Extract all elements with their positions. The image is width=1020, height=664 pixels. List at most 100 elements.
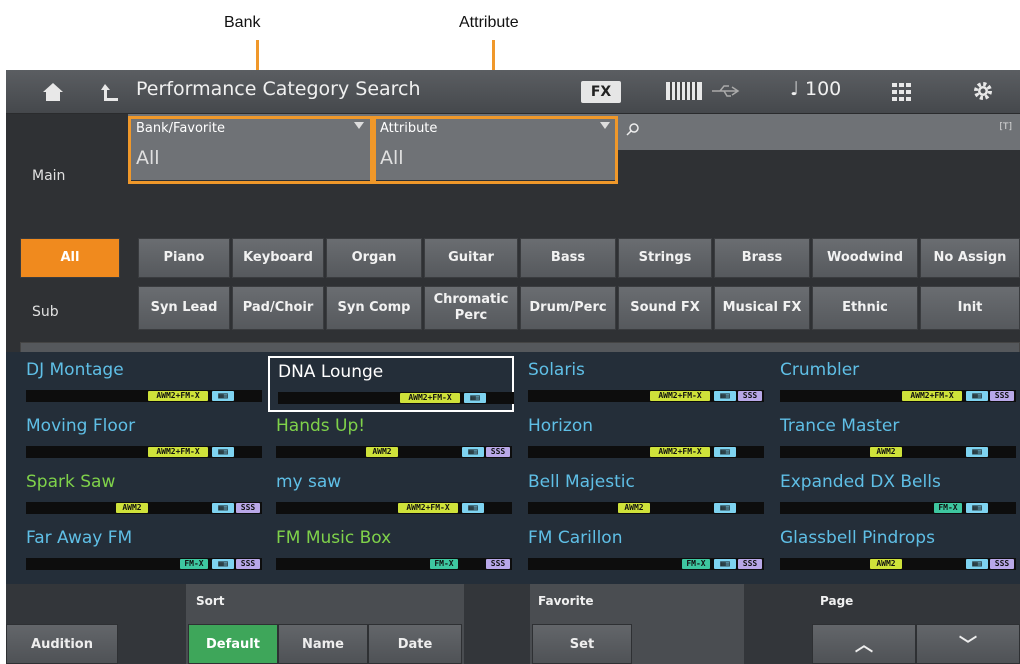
sub-category-drum-perc[interactable]: Drum/Perc — [520, 286, 616, 330]
tag-sss: SSS — [486, 447, 510, 457]
tag-awm2fmx: AWM2+FM-X — [650, 447, 710, 457]
performance-tags-bar: AWM2+FM-X ▦▤ — [26, 446, 262, 458]
main-category-guitar[interactable]: Guitar — [424, 238, 518, 278]
tag-cat: ▦▤ — [714, 559, 736, 569]
audition-button[interactable]: Audition — [6, 624, 118, 664]
main-category-strings[interactable]: Strings — [618, 238, 712, 278]
performance-name: Trance Master — [780, 416, 900, 436]
tag-awm2fmx: AWM2+FM-X — [398, 503, 458, 513]
sub-category-chromatic-perc[interactable]: Chromatic Perc — [424, 286, 518, 330]
performance-item[interactable]: Bell Majestic AWM2 ▦▤ — [520, 468, 766, 524]
performance-name: Spark Saw — [26, 472, 116, 492]
performance-item[interactable]: FM Music Box FM-X SSS — [268, 524, 514, 580]
top-bar: Performance Category Search FX ♩ 100 — [6, 70, 1020, 114]
performance-item[interactable]: Solaris AWM2+FM-X ▦▤ SSS — [520, 356, 766, 412]
performance-item[interactable]: FM Carillon FM-X ▦▤ SSS — [520, 524, 766, 580]
results-list: DJ Montage AWM2+FM-X ▦▤ DNA Lounge AWM2+FM-X… — [6, 352, 1020, 584]
sub-category-musical-fx[interactable]: Musical FX — [714, 286, 810, 330]
performance-item[interactable]: Hands Up! AWM2 ▦▤ SSS — [268, 412, 514, 468]
performance-item[interactable]: Glassbell Pindrops AWM2 ▦▤ SSS — [772, 524, 1018, 580]
main-category-brass[interactable]: Brass — [714, 238, 810, 278]
fx-button[interactable]: FX — [581, 81, 621, 103]
main-category-woodwind[interactable]: Woodwind — [812, 238, 918, 278]
performance-item[interactable]: Crumbler AWM2+FM-X ▦▤ SSS — [772, 356, 1018, 412]
sub-category-syn-comp[interactable]: Syn Comp — [326, 286, 422, 330]
tag-cat: ▦▤ — [714, 391, 736, 401]
tag-cat: ▦▤ — [212, 447, 234, 457]
performance-name: my saw — [276, 472, 342, 492]
performance-tags-bar: AWM2+FM-X ▦▤ — [26, 390, 262, 402]
home-icon[interactable] — [42, 82, 64, 102]
search-icon — [626, 123, 639, 136]
tag-awm2fmx: AWM2+FM-X — [148, 447, 208, 457]
main-category-organ[interactable]: Organ — [326, 238, 422, 278]
performance-tags-bar: AWM2+FM-X ▦▤ — [278, 392, 514, 404]
gear-icon[interactable] — [972, 80, 994, 102]
performance-name: Hands Up! — [276, 416, 366, 436]
sub-category-sound-fx[interactable]: Sound FX — [618, 286, 712, 330]
sort-label: Sort — [196, 594, 225, 608]
performance-tags-bar: FM-X ▦▤ SSS — [528, 558, 764, 570]
performance-tags-bar: AWM2+FM-X ▦▤ SSS — [780, 390, 1016, 402]
performance-item[interactable]: Horizon AWM2+FM-X ▦▤ — [520, 412, 766, 468]
tag-cat: ▦▤ — [966, 559, 988, 569]
favorite-set-button[interactable]: Set — [532, 624, 632, 664]
performance-item[interactable]: Moving Floor AWM2+FM-X ▦▤ — [18, 412, 264, 468]
usb-icon — [712, 85, 740, 97]
back-arrow-icon[interactable] — [100, 82, 120, 102]
sub-category-pad-choir[interactable]: Pad/Choir — [232, 286, 324, 330]
tag-sss: SSS — [738, 559, 762, 569]
tag-awm2fmx: AWM2+FM-X — [902, 391, 962, 401]
tag-awm2fmx: AWM2+FM-X — [148, 391, 208, 401]
tag-sss: SSS — [990, 391, 1014, 401]
bottom-bar: Audition Sort Default Name Date Favorite… — [6, 584, 1020, 664]
tag-cat: ▦▤ — [966, 391, 988, 401]
keyboard-icon[interactable] — [666, 82, 702, 100]
tag-sss: SSS — [486, 559, 510, 569]
performance-name: FM Music Box — [276, 528, 392, 548]
performance-item[interactable]: Trance Master AWM2 ▦▤ — [772, 412, 1018, 468]
page-down-button[interactable]: ﹀ — [916, 624, 1020, 664]
sub-category-syn-lead[interactable]: Syn Lead — [138, 286, 230, 330]
performance-tags-bar: AWM2 ▦▤ SSS — [276, 446, 512, 458]
performance-item[interactable]: Far Away FM FM-X ▦▤ SSS — [18, 524, 264, 580]
performance-name: Far Away FM — [26, 528, 133, 548]
performance-tags-bar: FM-X SSS — [276, 558, 512, 570]
text-search-field[interactable]: [T] — [618, 114, 1020, 150]
performance-name: FM Carillon — [528, 528, 623, 548]
performance-item[interactable]: Spark Saw AWM2 ▦▤ SSS — [18, 468, 264, 524]
sub-category-init[interactable]: Init — [920, 286, 1020, 330]
main-category-keyboard[interactable]: Keyboard — [232, 238, 324, 278]
tempo-display[interactable]: ♩ 100 — [790, 78, 841, 100]
tag-awm2: AWM2 — [366, 447, 398, 457]
page-up-button[interactable]: ︿ — [812, 624, 916, 664]
performance-tags-bar: AWM2 ▦▤ — [780, 446, 1016, 458]
performance-tags-bar: AWM2+FM-X ▦▤ — [276, 502, 512, 514]
callout-bank: Bank — [224, 14, 261, 31]
performance-tags-bar: AWM2 ▦▤ SSS — [780, 558, 1016, 570]
performance-item[interactable]: Expanded DX Bells FM-X ▦▤ — [772, 468, 1018, 524]
performance-item[interactable]: DNA Lounge AWM2+FM-X ▦▤ — [268, 356, 514, 412]
main-category-bass[interactable]: Bass — [520, 238, 616, 278]
sort-default-button[interactable]: Default — [188, 624, 278, 664]
text-input-badge: [T] — [999, 122, 1012, 132]
tag-awm2: AWM2 — [116, 503, 148, 513]
tag-cat: ▦▤ — [464, 393, 486, 403]
sub-category-ethnic[interactable]: Ethnic — [812, 286, 918, 330]
grid-icon[interactable] — [892, 83, 912, 101]
synth-screen: Performance Category Search FX ♩ 100 Ban… — [6, 70, 1020, 664]
main-category-all[interactable]: All — [20, 238, 120, 278]
favorite-label: Favorite — [538, 594, 594, 608]
performance-item[interactable]: DJ Montage AWM2+FM-X ▦▤ — [18, 356, 264, 412]
bank-highlight-box — [128, 116, 376, 184]
tag-sss: SSS — [236, 559, 260, 569]
tag-sss: SSS — [738, 391, 762, 401]
sort-name-button[interactable]: Name — [278, 624, 368, 664]
performance-item[interactable]: my saw AWM2+FM-X ▦▤ — [268, 468, 514, 524]
sort-date-button[interactable]: Date — [368, 624, 462, 664]
main-category-piano[interactable]: Piano — [138, 238, 230, 278]
main-category-no-assign[interactable]: No Assign — [920, 238, 1020, 278]
sub-category-label: Sub — [32, 304, 59, 320]
tag-awm2fmx: AWM2+FM-X — [650, 391, 710, 401]
tag-fmx: FM-X — [682, 559, 710, 569]
